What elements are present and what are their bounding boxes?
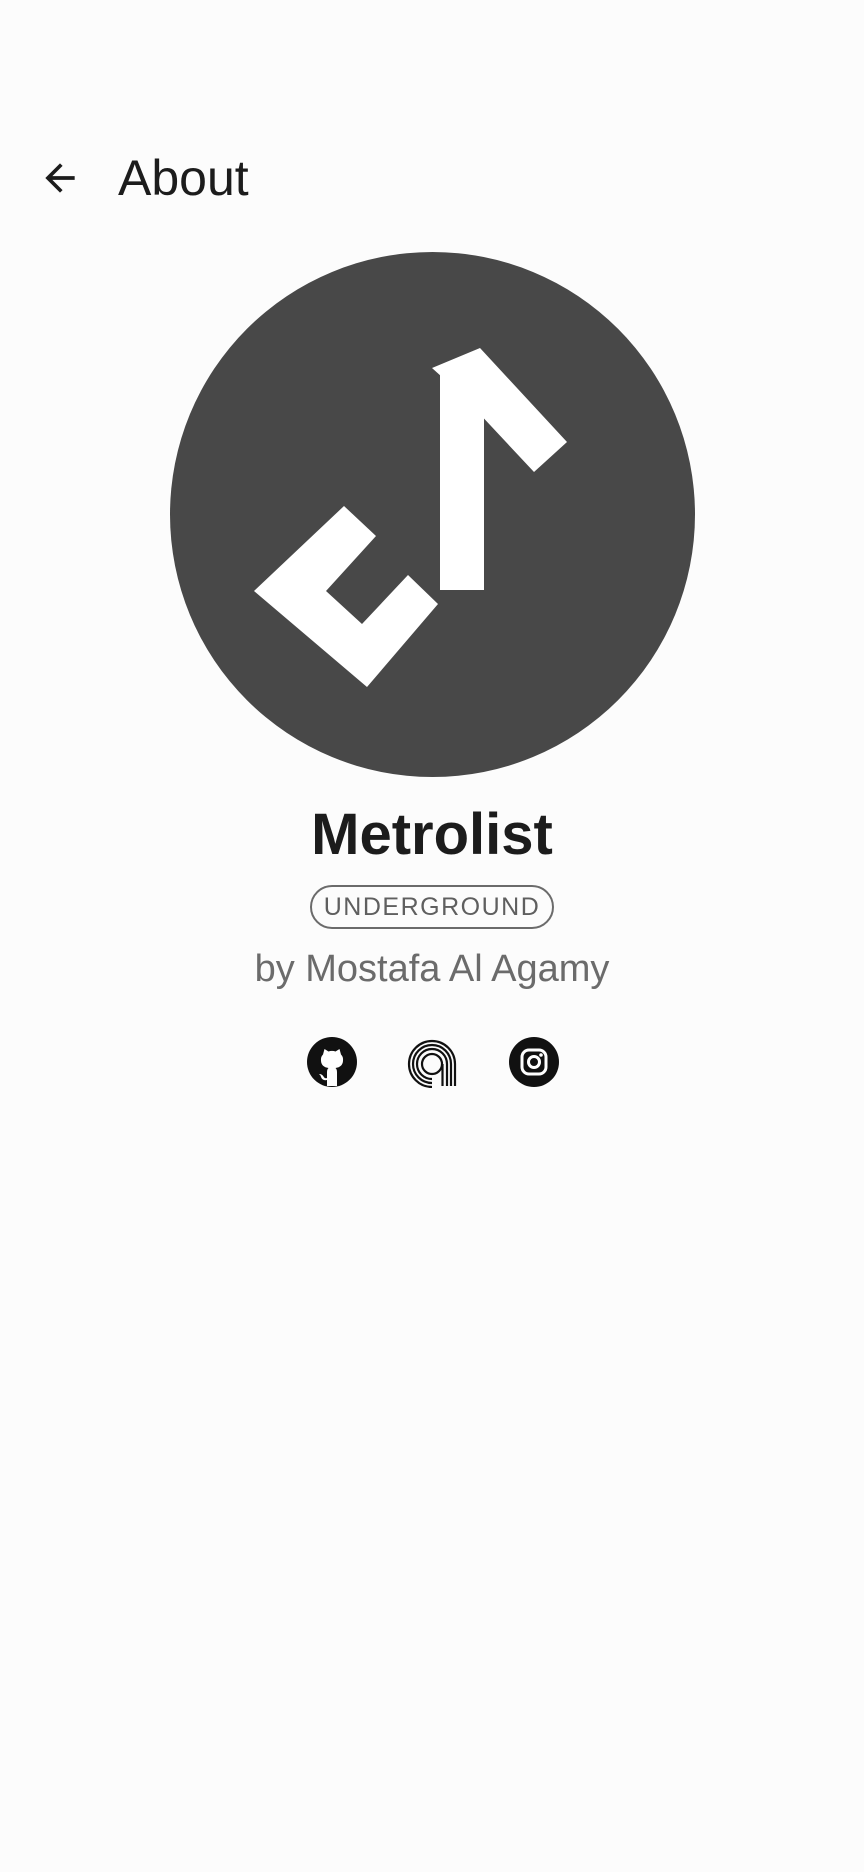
app-name: Metrolist	[311, 802, 553, 867]
page-title: About	[118, 150, 249, 206]
social-links	[0, 1036, 864, 1088]
back-button[interactable]	[28, 146, 92, 210]
badge-container: UNDERGROUND	[0, 885, 864, 929]
github-button[interactable]	[306, 1036, 358, 1088]
at-sign-icon	[407, 1039, 457, 1088]
instagram-icon	[509, 1037, 559, 1087]
app-logo	[170, 252, 695, 777]
instagram-button[interactable]	[508, 1036, 560, 1088]
top-app-bar: About	[0, 120, 864, 236]
music-note-logo-icon	[254, 348, 567, 687]
github-icon	[307, 1037, 357, 1087]
edition-badge: UNDERGROUND	[309, 885, 555, 929]
at-link-button[interactable]	[406, 1036, 458, 1088]
author-text: by Mostafa Al Agamy	[254, 948, 610, 990]
arrow-back-icon	[45, 163, 75, 193]
